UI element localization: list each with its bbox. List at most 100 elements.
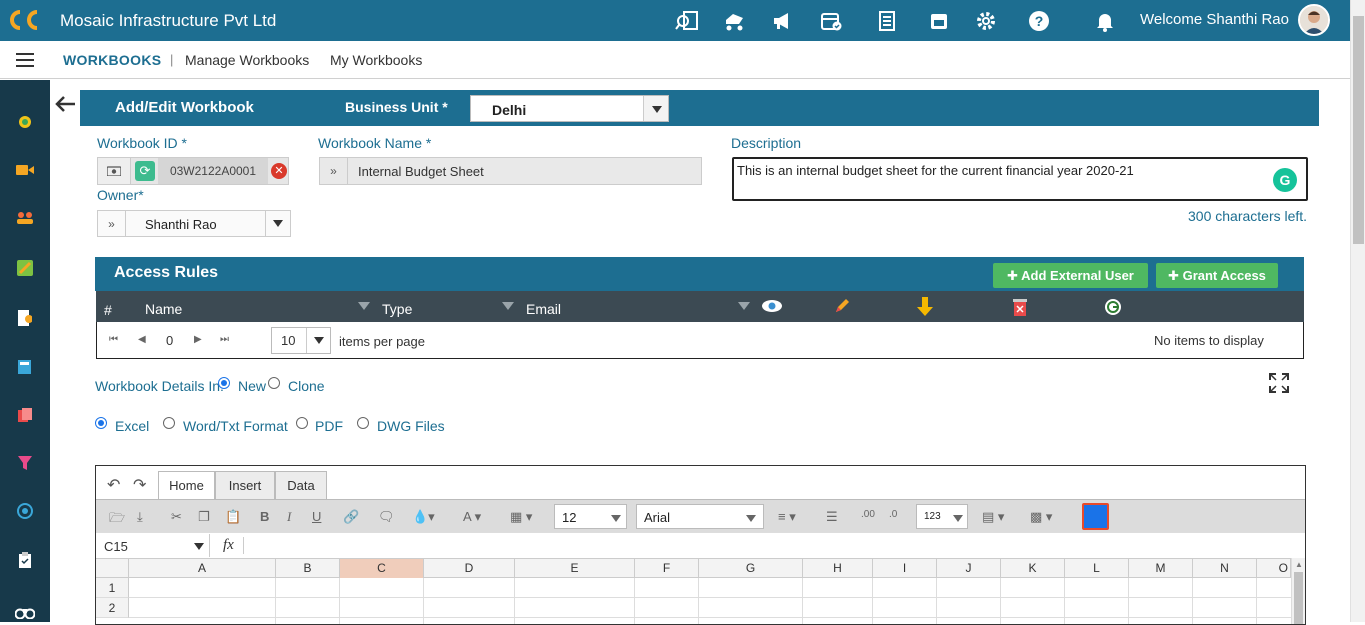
sync-icon[interactable] [1104, 298, 1122, 319]
column-header[interactable]: A [129, 559, 276, 578]
redo-icon[interactable]: ↷ [133, 475, 146, 495]
fill-color-icon[interactable]: 💧▾ [412, 509, 435, 525]
radio-word[interactable] [163, 417, 175, 429]
bold-icon[interactable]: B [260, 509, 269, 524]
megaphone-icon[interactable] [770, 8, 796, 34]
radio-pdf[interactable] [296, 417, 308, 429]
number-format-select[interactable]: 123 [916, 504, 968, 529]
radio-excel-label[interactable]: Excel [115, 418, 149, 434]
column-header[interactable]: L [1065, 559, 1129, 578]
radio-pdf-label[interactable]: PDF [315, 418, 343, 434]
column-header-type[interactable]: Type [382, 301, 412, 317]
clear-icon[interactable]: ✕ [271, 163, 287, 179]
prev-page-icon[interactable]: ◀ [138, 334, 146, 345]
font-name-select[interactable]: Arial [636, 504, 764, 529]
comment-icon[interactable]: 🗨 [378, 509, 395, 525]
add-external-user-button[interactable]: ✚ Add External User [993, 263, 1148, 288]
font-size-select[interactable]: 12 [554, 504, 627, 529]
radio-clone-label[interactable]: Clone [288, 378, 325, 394]
grid-view-icon[interactable] [1082, 503, 1109, 530]
column-header[interactable]: B [276, 559, 340, 578]
search-report-icon[interactable] [674, 8, 700, 34]
edit-pencil-icon[interactable] [833, 297, 851, 318]
gear-icon[interactable] [973, 8, 999, 34]
underline-icon[interactable]: U [312, 509, 321, 524]
chevron-down-icon[interactable] [306, 328, 330, 353]
truck-icon[interactable] [722, 8, 748, 34]
column-header-selected[interactable]: C [340, 559, 424, 578]
column-header[interactable]: H [803, 559, 873, 578]
sidebar-users-icon[interactable] [15, 208, 35, 228]
decrease-decimal-icon[interactable]: .00 [861, 509, 875, 520]
cell-reference-box[interactable]: C15 [98, 534, 210, 557]
grammarly-icon[interactable]: G [1273, 168, 1297, 192]
tab-insert[interactable]: Insert [215, 471, 275, 500]
download-arrow-icon[interactable] [916, 297, 934, 320]
avatar[interactable] [1298, 4, 1330, 36]
grid-row[interactable] [129, 598, 1291, 618]
nav-manage-workbooks[interactable]: Manage Workbooks [185, 52, 309, 68]
menu-icon[interactable] [16, 53, 34, 67]
chevron-down-icon[interactable] [643, 96, 668, 121]
align-icon[interactable]: ≡ ▾ [778, 509, 796, 525]
borders-icon[interactable]: ▦ ▾ [510, 509, 532, 525]
sidebar-book-icon[interactable] [15, 357, 35, 377]
sidebar-clipboard-icon[interactable] [15, 550, 35, 570]
help-icon[interactable]: ? [1026, 8, 1052, 34]
column-header[interactable]: G [699, 559, 803, 578]
owner-select[interactable]: » Shanthi Rao [97, 210, 291, 237]
wrap-text-icon[interactable]: ☰ [826, 509, 838, 525]
scroll-up-icon[interactable]: ▲ [1295, 560, 1303, 569]
increase-decimal-icon[interactable]: .0 [889, 509, 897, 520]
calendar-check-icon[interactable] [818, 8, 844, 34]
tab-data[interactable]: Data [275, 471, 327, 500]
list-icon[interactable] [874, 8, 900, 34]
filter-icon[interactable] [502, 302, 514, 310]
cut-icon[interactable]: ✂ [171, 509, 182, 525]
open-folder-icon[interactable]: 🗁 [109, 509, 125, 531]
business-unit-select[interactable]: Delhi [470, 95, 669, 122]
company-logo[interactable] [6, 8, 44, 32]
grid-row[interactable] [129, 578, 1291, 598]
next-page-icon[interactable]: ▶ [194, 334, 202, 345]
undo-icon[interactable]: ↶ [107, 475, 120, 495]
tab-home[interactable]: Home [158, 471, 215, 500]
sidebar-dashboard-icon[interactable] [15, 112, 35, 132]
column-header[interactable]: K [1001, 559, 1065, 578]
nav-workbooks[interactable]: WORKBOOKS [63, 52, 161, 68]
sidebar-document-icon[interactable] [15, 308, 35, 328]
radio-word-label[interactable]: Word/Txt Format [183, 418, 288, 434]
radio-new-label[interactable]: New [238, 378, 266, 394]
sidebar-binoculars-icon[interactable] [15, 602, 35, 622]
camera-icon[interactable] [98, 158, 131, 184]
page-size-select[interactable]: 10 [271, 327, 331, 354]
workbook-name-field[interactable]: » Internal Budget Sheet [319, 157, 702, 185]
radio-new[interactable] [218, 377, 230, 389]
filter-icon[interactable] [738, 302, 750, 310]
column-header-name[interactable]: Name [145, 301, 182, 317]
sidebar-files-icon[interactable] [15, 405, 35, 425]
description-textarea[interactable]: This is an internal budget sheet for the… [732, 157, 1308, 201]
sidebar-tools-icon[interactable] [15, 258, 35, 278]
paste-icon[interactable]: 📋 [225, 509, 241, 525]
sidebar-target-icon[interactable] [15, 501, 35, 521]
grid-scrollbar[interactable]: ▲ [1291, 558, 1305, 624]
nav-my-workbooks[interactable]: My Workbooks [330, 52, 422, 68]
filter-icon[interactable] [358, 302, 370, 310]
column-header[interactable]: D [424, 559, 515, 578]
radio-dwg[interactable] [357, 417, 369, 429]
column-header[interactable]: J [937, 559, 1001, 578]
page-scrollbar[interactable] [1350, 0, 1365, 622]
scrollbar-thumb[interactable] [1353, 16, 1364, 244]
sidebar-filter-icon[interactable] [15, 453, 35, 473]
first-page-icon[interactable]: ⏮ [109, 334, 118, 345]
grant-access-button[interactable]: ✚ Grant Access [1156, 263, 1278, 288]
column-header-email[interactable]: Email [526, 301, 561, 317]
radio-clone[interactable] [268, 377, 280, 389]
delete-icon[interactable] [1013, 298, 1027, 319]
column-header[interactable]: N [1193, 559, 1257, 578]
radio-dwg-label[interactable]: DWG Files [377, 418, 445, 434]
fullscreen-icon[interactable] [1268, 372, 1290, 397]
radio-excel[interactable] [95, 417, 107, 429]
refresh-icon[interactable]: ⟳ [135, 161, 155, 181]
